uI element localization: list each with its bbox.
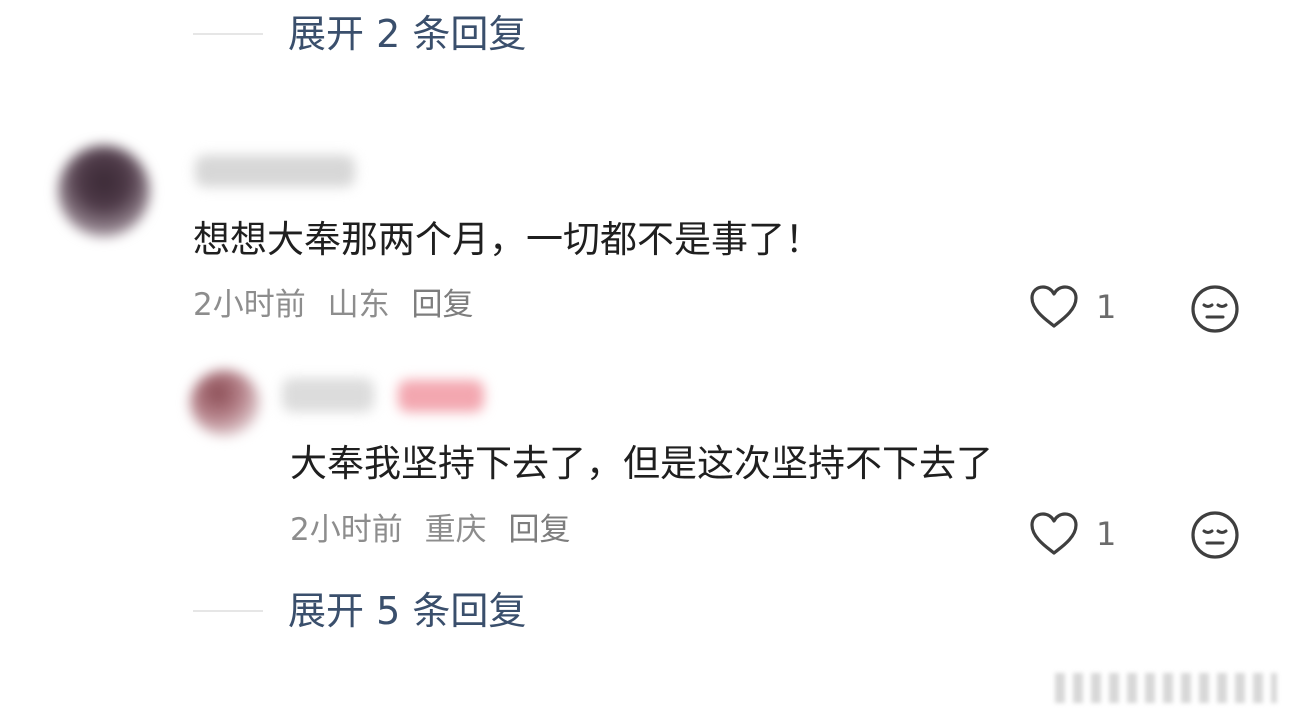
watermark bbox=[1055, 673, 1277, 703]
reply-like-button[interactable]: 1 bbox=[1028, 510, 1116, 558]
like-button[interactable]: 1 bbox=[1028, 283, 1116, 331]
avatar[interactable] bbox=[58, 145, 150, 237]
reply-text: 大奉我坚持下去了，但是这次坚持不下去了 bbox=[290, 442, 993, 485]
comment-text: 想想大奉那两个月，一切都不是事了！ bbox=[193, 218, 822, 261]
expand-replies-link[interactable]: 展开 2 条回复 bbox=[288, 12, 526, 56]
reply-username-blurred[interactable] bbox=[282, 378, 374, 412]
expand-replies-link[interactable]: 展开 5 条回复 bbox=[288, 589, 526, 633]
reply-button[interactable]: 回复 bbox=[411, 287, 473, 323]
comment-meta: 2小时前 山东 回复 bbox=[193, 287, 485, 323]
expand-divider bbox=[193, 610, 263, 612]
comment-location: 山东 bbox=[327, 287, 390, 323]
like-count: 1 bbox=[1096, 288, 1117, 326]
neutral-face-icon bbox=[1191, 511, 1239, 559]
reply-avatar[interactable] bbox=[190, 370, 260, 436]
comment-time: 2小时前 bbox=[193, 287, 306, 323]
reply-emoji-reaction-button[interactable] bbox=[1190, 510, 1240, 560]
expand-divider bbox=[193, 33, 263, 35]
username-blurred[interactable] bbox=[195, 155, 355, 187]
reply-like-count: 1 bbox=[1096, 515, 1117, 553]
reply-reply-button[interactable]: 回复 bbox=[508, 512, 570, 548]
reply-time: 2小时前 bbox=[290, 512, 403, 548]
reply-badge-blurred bbox=[398, 380, 484, 412]
reply-location: 重庆 bbox=[424, 512, 487, 548]
heart-outline-icon bbox=[1030, 512, 1078, 555]
neutral-face-icon bbox=[1191, 285, 1239, 333]
reply-meta: 2小时前 重庆 回复 bbox=[290, 512, 582, 548]
emoji-reaction-button[interactable] bbox=[1190, 284, 1240, 334]
heart-outline-icon bbox=[1030, 285, 1078, 328]
